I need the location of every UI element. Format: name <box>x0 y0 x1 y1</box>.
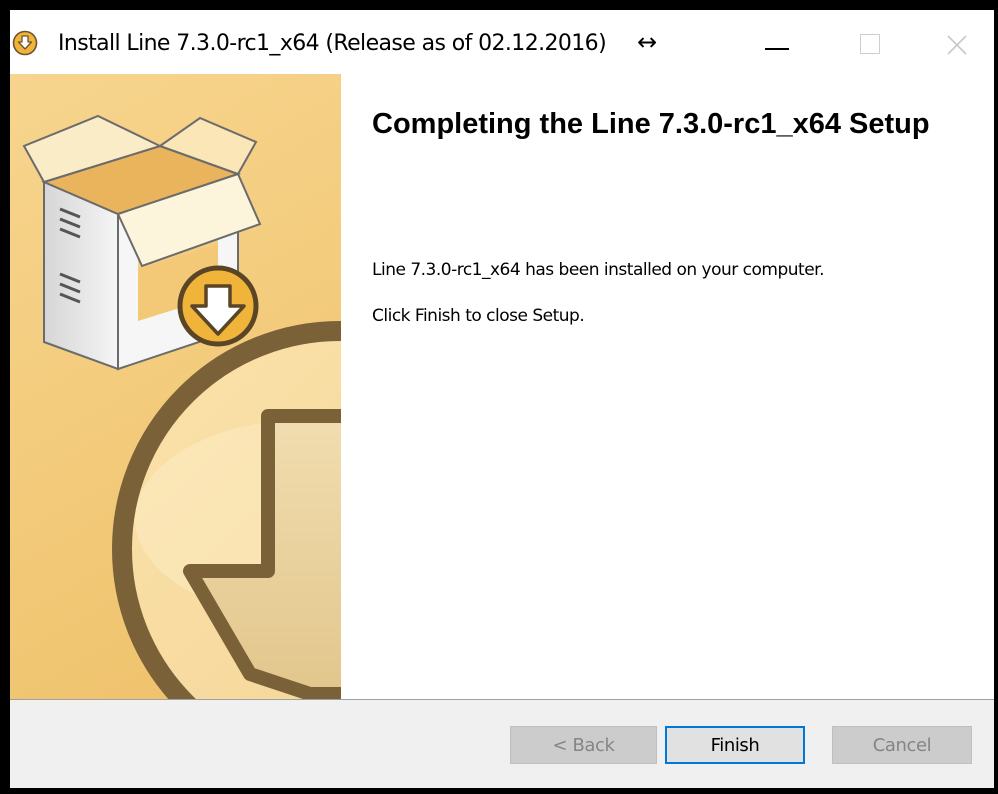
cancel-button[interactable]: Cancel <box>832 726 972 764</box>
installed-message: Line 7.3.0-rc1_x64 has been installed on… <box>372 260 825 280</box>
close-button[interactable] <box>942 30 972 60</box>
instruction-message: Click Finish to close Setup. <box>372 306 585 326</box>
title-bar[interactable]: Install Line 7.3.0-rc1_x64 (Release as o… <box>10 10 994 74</box>
banner-graphic <box>10 74 341 699</box>
maximize-button[interactable] <box>860 34 880 54</box>
back-button[interactable]: < Back <box>510 726 657 764</box>
page-heading: Completing the Line 7.3.0-rc1_x64 Setup <box>372 108 930 140</box>
minimize-button[interactable] <box>765 28 805 62</box>
installer-window: Install Line 7.3.0-rc1_x64 (Release as o… <box>10 10 994 788</box>
installer-icon <box>12 30 38 56</box>
window-title: Install Line 7.3.0-rc1_x64 (Release as o… <box>58 31 607 56</box>
wizard-side-banner <box>10 74 341 699</box>
content-panel: Completing the Line 7.3.0-rc1_x64 Setup … <box>341 74 994 699</box>
finish-button[interactable]: Finish <box>665 726 805 764</box>
resize-cursor-icon: ↔ <box>637 28 658 56</box>
button-bar: < Back Finish Cancel <box>10 700 994 788</box>
